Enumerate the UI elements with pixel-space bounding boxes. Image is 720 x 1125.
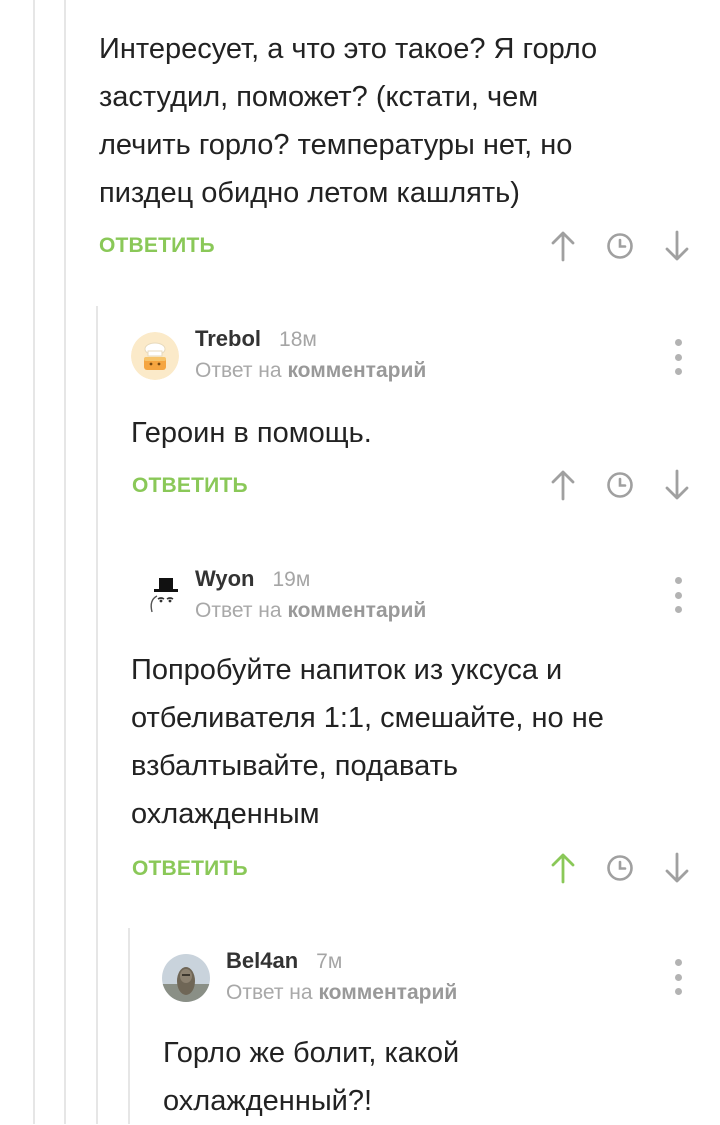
- avatar[interactable]: [131, 572, 179, 620]
- reply-to-prefix: Ответ на: [195, 359, 282, 382]
- comment-text-line: охлажденный?!: [163, 1085, 373, 1117]
- reply-button[interactable]: ОТВЕТИТЬ: [99, 234, 215, 258]
- comment-header: Bel4an 7м Ответ на комментарий: [162, 948, 457, 1005]
- comment-2-text: Попробуйте напиток из уксуса и отбеливат…: [131, 646, 604, 838]
- reply-to-line: Ответ на комментарий: [195, 599, 426, 623]
- dot: [674, 959, 682, 966]
- dot: [674, 353, 682, 361]
- dot: [674, 973, 682, 981]
- username[interactable]: Bel4an: [226, 948, 298, 974]
- down-arrow-icon: [665, 230, 689, 261]
- comment-text-line: Горло же болит, какой: [163, 1037, 460, 1069]
- upvote-button[interactable]: [547, 852, 579, 884]
- comment-3-text: Горло же болит, какой охлажденный?!: [163, 1029, 459, 1125]
- comment-text-line: Попробуйте напиток из уксуса и: [131, 654, 563, 686]
- comment-text-line: отбеливателя 1:1, смешайте, но не: [131, 702, 604, 734]
- comment-time: 19м: [272, 568, 311, 591]
- thread-line-3: [96, 306, 98, 1124]
- chef-cake-avatar-icon: [131, 332, 179, 380]
- dot: [674, 339, 682, 346]
- more-options-button[interactable]: [671, 577, 685, 613]
- history-button[interactable]: [604, 852, 636, 884]
- comment-header: Wyon 19м Ответ на комментарий: [131, 566, 426, 623]
- down-arrow-icon: [665, 852, 689, 883]
- thread-line-2: [64, 0, 66, 1124]
- comment-header: Trebol 18м Ответ на комментарий: [131, 326, 426, 383]
- comment-text-line: Героин в помощь.: [131, 417, 372, 449]
- more-options-button[interactable]: [671, 339, 685, 375]
- clock-icon: [607, 472, 633, 498]
- parent-comment-link[interactable]: комментарий: [287, 599, 426, 622]
- dot: [674, 368, 682, 375]
- comment-actions: [547, 469, 693, 501]
- parent-comment-link[interactable]: комментарий: [287, 359, 426, 382]
- history-button[interactable]: [604, 469, 636, 501]
- clock-icon: [607, 233, 633, 259]
- history-button[interactable]: [604, 230, 636, 262]
- reply-button[interactable]: ОТВЕТИТЬ: [132, 474, 248, 498]
- comment-text-line: охлажденным: [131, 798, 320, 830]
- comment-1-text: Героин в помощь.: [131, 409, 372, 457]
- reply-to-line: Ответ на комментарий: [195, 359, 426, 383]
- comment-actions: [547, 852, 693, 884]
- down-arrow-icon: [665, 469, 689, 500]
- up-arrow-icon: [551, 470, 575, 501]
- up-arrow-icon: [551, 231, 575, 262]
- upvote-button[interactable]: [547, 230, 579, 262]
- comment-time: 7м: [316, 950, 343, 973]
- downvote-button[interactable]: [661, 469, 693, 501]
- upvote-button[interactable]: [547, 469, 579, 501]
- comment-text-line: пиздец обидно летом кашлять): [99, 177, 520, 209]
- dot: [674, 591, 682, 599]
- downvote-button[interactable]: [661, 230, 693, 262]
- username[interactable]: Trebol: [195, 326, 261, 352]
- photo-avatar-icon: [162, 954, 210, 1002]
- reply-to-prefix: Ответ на: [195, 599, 282, 622]
- comment-text-line: застудил, поможет? (кстати, чем: [99, 81, 539, 113]
- up-arrow-icon: [551, 853, 575, 884]
- comment-actions: [547, 230, 693, 262]
- comment-text-line: Интересует, а что это такое? Я горло: [99, 33, 598, 65]
- dot: [674, 577, 682, 584]
- thread-line-4: [128, 928, 130, 1124]
- clock-icon: [607, 855, 633, 881]
- dot: [674, 988, 682, 995]
- comment-0-text: Интересует, а что это такое? Я горло зас…: [99, 25, 597, 217]
- more-options-button[interactable]: [671, 959, 685, 995]
- top-hat-face-avatar-icon: [131, 572, 179, 620]
- reply-to-prefix: Ответ на: [226, 981, 313, 1004]
- avatar[interactable]: [162, 954, 210, 1002]
- reply-button[interactable]: ОТВЕТИТЬ: [132, 857, 248, 881]
- comment-text-line: лечить горло? температуры нет, но: [99, 129, 573, 161]
- parent-comment-link[interactable]: комментарий: [318, 981, 457, 1004]
- username[interactable]: Wyon: [195, 566, 254, 592]
- comment-text-line: взбалтывайте, подавать: [131, 750, 458, 782]
- downvote-button[interactable]: [661, 852, 693, 884]
- dot: [674, 606, 682, 613]
- avatar[interactable]: [131, 332, 179, 380]
- reply-to-line: Ответ на комментарий: [226, 981, 457, 1005]
- comment-time: 18м: [279, 328, 317, 351]
- thread-line-1: [33, 0, 35, 1124]
